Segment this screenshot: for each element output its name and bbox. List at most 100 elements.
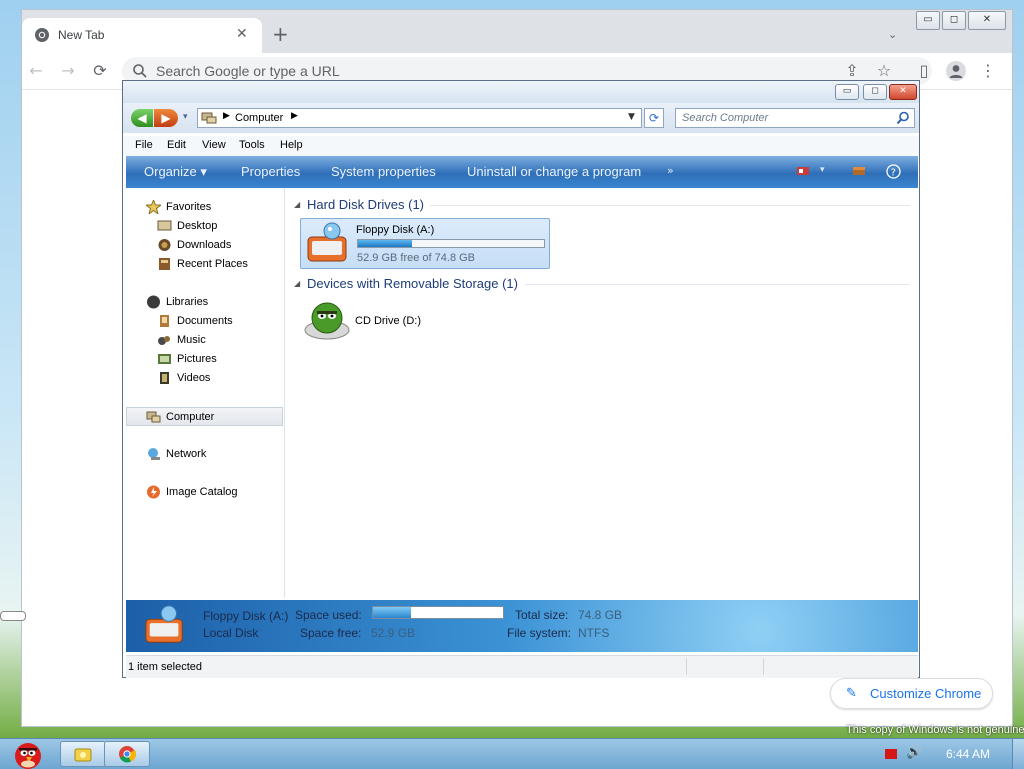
- status-text: 1 item selected: [128, 661, 202, 673]
- share-icon[interactable]: ⇪: [842, 61, 862, 81]
- drive-icon: [145, 605, 183, 643]
- chrome-icon: [119, 746, 136, 763]
- group-header-removable[interactable]: Devices with Removable Storage (1): [307, 276, 518, 291]
- taskbar-clock[interactable]: 6:44 AM: [946, 747, 990, 761]
- back-arrow-icon[interactable]: ←: [26, 61, 46, 81]
- breadcrumb-separator[interactable]: ▶: [291, 111, 298, 121]
- reload-icon[interactable]: ⟳: [90, 61, 110, 81]
- pencil-icon: ✎: [846, 686, 857, 701]
- chrome-close-button[interactable]: ✕: [968, 11, 1006, 30]
- file-system-label: File system:: [507, 626, 572, 640]
- menu-file[interactable]: File: [135, 139, 153, 151]
- explorer-window: ▭ ◻ ✕ ◀ ▶ ▾ ▶ Computer ▶ ▼ ⟳ Search Comp…: [122, 80, 920, 678]
- chrome-minimize-button[interactable]: ▭: [916, 11, 940, 30]
- explorer-maximize-button[interactable]: ◻: [863, 84, 887, 100]
- more-commands-icon[interactable]: »: [667, 164, 674, 177]
- total-size-label: Total size:: [515, 608, 569, 622]
- taskbar-explorer-button[interactable]: [60, 741, 106, 767]
- drive-a-name: Floppy Disk (A:): [356, 224, 435, 236]
- group-header-hdd[interactable]: Hard Disk Drives (1): [307, 197, 424, 212]
- status-divider: [686, 658, 687, 675]
- uninstall-program-button[interactable]: Uninstall or change a program: [467, 164, 641, 179]
- drive-a-usage-bar: [357, 239, 545, 248]
- group-divider: [525, 284, 910, 285]
- documents-icon: [160, 315, 169, 327]
- help-icon[interactable]: ?: [886, 164, 901, 179]
- start-button-angry-bird-icon[interactable]: [2, 739, 50, 769]
- chrome-menu-icon[interactable]: ⋮: [978, 61, 998, 81]
- tab-title: New Tab: [58, 28, 105, 42]
- address-dropdown-icon[interactable]: ▼: [628, 112, 635, 122]
- properties-button[interactable]: Properties: [241, 164, 300, 179]
- address-bar[interactable]: ▶ Computer ▶ ▼: [197, 108, 642, 128]
- refresh-icon[interactable]: ⟳: [644, 108, 664, 128]
- explorer-minimize-button[interactable]: ▭: [835, 84, 859, 100]
- recent-pages-icon[interactable]: ▾: [183, 112, 188, 122]
- taskbar-chrome-button[interactable]: [104, 741, 150, 767]
- menu-bar: File Edit View Tools Help: [123, 136, 919, 156]
- view-dropdown-icon[interactable]: ▾: [820, 165, 825, 175]
- file-system-value: NTFS: [578, 626, 610, 640]
- group-divider: [430, 205, 910, 206]
- system-properties-button[interactable]: System properties: [331, 164, 436, 179]
- space-used-fill: [373, 607, 411, 618]
- preview-pane-icon[interactable]: [852, 165, 866, 177]
- tab-search-icon[interactable]: ⌄: [888, 28, 897, 41]
- space-used-label: Space used:: [295, 608, 362, 622]
- search-placeholder: Search Computer: [682, 112, 769, 124]
- forward-button[interactable]: ▶: [154, 109, 178, 127]
- volume-icon[interactable]: 🔊: [906, 745, 922, 760]
- bookmark-star-icon[interactable]: ☆: [874, 61, 894, 81]
- menu-help[interactable]: Help: [280, 139, 303, 151]
- image-catalog-icon: [147, 485, 160, 499]
- menu-view[interactable]: View: [202, 139, 226, 151]
- search-input[interactable]: Search Computer: [675, 108, 915, 128]
- status-divider: [763, 658, 764, 675]
- breadcrumb-computer[interactable]: Computer: [235, 112, 283, 124]
- forward-arrow-icon[interactable]: →: [58, 61, 78, 81]
- search-icon[interactable]: [896, 111, 910, 125]
- customize-chrome-button[interactable]: ✎ Customize Chrome: [830, 678, 993, 709]
- back-button[interactable]: ◀: [131, 109, 153, 127]
- network-icon: [148, 448, 160, 460]
- new-tab-button[interactable]: +: [272, 24, 289, 44]
- address-row: ◀ ▶ ▾ ▶ Computer ▶ ▼ ⟳ Search Computer: [123, 103, 919, 133]
- menu-tools[interactable]: Tools: [239, 139, 265, 151]
- computer-icon: [146, 411, 161, 423]
- downloads-icon: [158, 239, 171, 251]
- libraries-icon: [147, 295, 160, 309]
- desktop-edge-widget: [0, 611, 26, 621]
- profile-avatar-icon[interactable]: [946, 61, 966, 81]
- drive-cd-d[interactable]: CD Drive (D:): [300, 298, 500, 342]
- navigation-pane: Favorites Desktop Downloads Recent Place…: [126, 188, 285, 598]
- windows-genuine-notice: This copy of Windows is not genuine: [846, 724, 1024, 736]
- menu-edit[interactable]: Edit: [167, 139, 186, 151]
- favorites-star-icon: [146, 200, 161, 214]
- action-center-flag-icon[interactable]: [885, 749, 897, 759]
- desktop-icon: [157, 220, 172, 231]
- chrome-maximize-button[interactable]: ◻: [942, 11, 966, 30]
- omnibox-placeholder: Search Google or type a URL: [156, 63, 340, 79]
- cd-drive-icon: [304, 302, 350, 340]
- organize-button[interactable]: Organize ▾: [144, 164, 207, 180]
- search-icon: [133, 64, 147, 78]
- tab-close-icon[interactable]: ✕: [236, 26, 248, 42]
- videos-icon: [160, 372, 169, 384]
- view-options-icon[interactable]: [796, 165, 810, 177]
- details-drive-type: Local Disk: [203, 626, 259, 640]
- total-size-value: 74.8 GB: [578, 608, 623, 622]
- explorer-close-button[interactable]: ✕: [889, 84, 917, 100]
- content-area: ◢ Hard Disk Drives (1) Floppy Disk (A:) …: [285, 188, 917, 598]
- drive-d-name: CD Drive (D:): [355, 315, 421, 327]
- svg-text:?: ?: [891, 168, 896, 179]
- space-free-label: Space free:: [300, 626, 362, 640]
- drive-floppy-a[interactable]: Floppy Disk (A:) 52.9 GB free of 74.8 GB: [300, 218, 550, 269]
- side-panel-icon[interactable]: ▯: [914, 61, 934, 81]
- collapse-triangle-icon[interactable]: ◢: [294, 279, 300, 288]
- tab-new-tab[interactable]: New Tab ✕: [22, 18, 262, 53]
- nav-computer[interactable]: Computer: [126, 407, 283, 426]
- collapse-triangle-icon[interactable]: ◢: [294, 200, 300, 209]
- breadcrumb-separator[interactable]: ▶: [223, 111, 230, 121]
- music-icon: [158, 336, 170, 345]
- show-desktop-button[interactable]: [1012, 739, 1024, 769]
